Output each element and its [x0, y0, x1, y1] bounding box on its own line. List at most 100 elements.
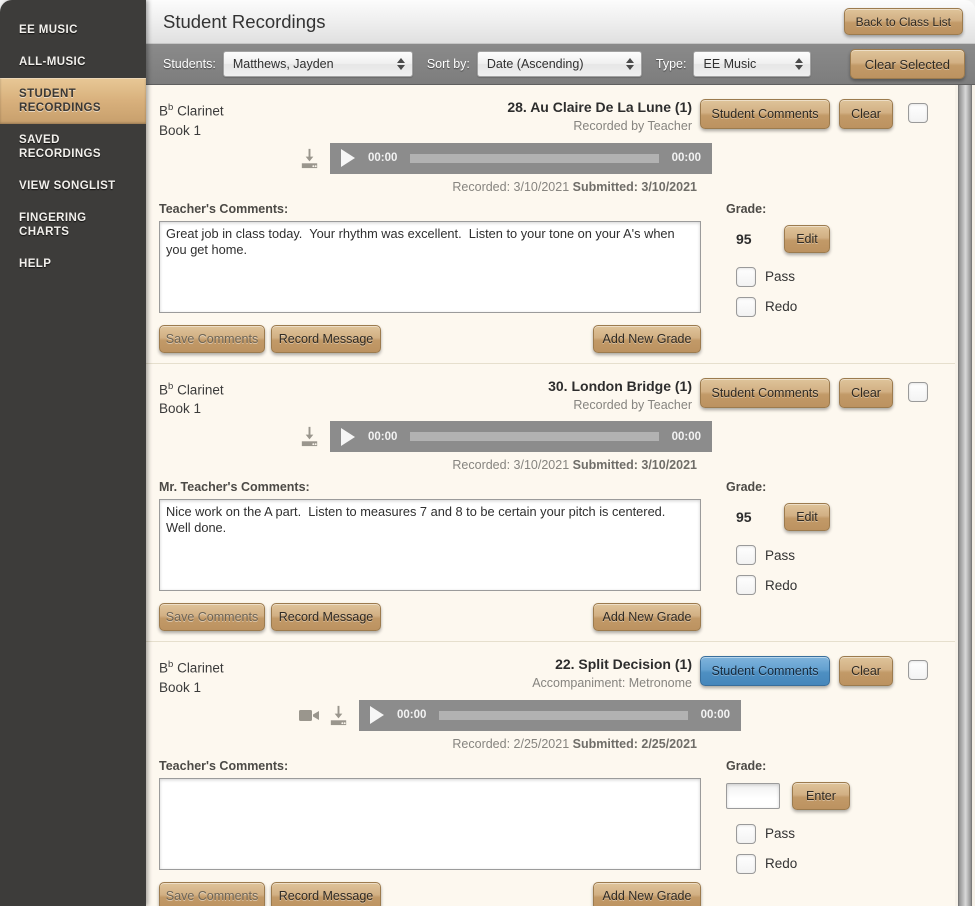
grade-row: 95 Edit [726, 224, 945, 253]
grade-input[interactable] [726, 782, 780, 809]
student-comments-button[interactable]: Student Comments [700, 99, 830, 129]
comments-label: Mr. Teacher's Comments: [159, 480, 310, 494]
recording-card: Bb Clarinet Book 1 28. Au Claire De La L… [146, 85, 955, 364]
sort-by-select[interactable]: Date (Ascending) [476, 51, 642, 77]
sidebar-item-help[interactable]: HELP [0, 248, 146, 280]
clear-button[interactable]: Clear [839, 377, 893, 408]
add-new-grade-button[interactable]: Add New Grade [593, 603, 701, 631]
comments-textarea[interactable]: Great job in class today. Your rhythm wa… [159, 220, 701, 313]
play-icon[interactable] [341, 149, 355, 167]
title-bar: Student Recordings Back to Class List [146, 0, 975, 44]
recorded-date: Recorded: 3/10/2021 [452, 458, 570, 472]
scrollbar-thumb[interactable] [958, 85, 972, 906]
grade-row: 95 Edit [726, 503, 945, 531]
sidebar-item-all-music[interactable]: ALL-MUSIC [0, 46, 146, 78]
play-icon[interactable] [341, 427, 355, 446]
clear-selected-button[interactable]: Clear Selected [849, 49, 965, 79]
player-progress-track[interactable] [410, 153, 659, 163]
back-to-class-list-button[interactable]: Back to Class List [843, 8, 963, 35]
select-recording-checkbox[interactable] [908, 103, 928, 123]
grade-value: 95 [736, 230, 752, 247]
recordings-scroll-area: Bb Clarinet Book 1 28. Au Claire De La L… [146, 85, 975, 906]
redo-label: Redo [765, 299, 798, 314]
player-current-time: 00:00 [368, 152, 398, 164]
sidebar-item-saved-recordings[interactable]: SAVED RECORDINGS [0, 124, 146, 170]
redo-checkbox[interactable] [736, 575, 756, 595]
type-label: Type: [655, 57, 687, 71]
audio-player-row: 00:00 00:00 [146, 699, 955, 731]
grade-label: Grade: [726, 758, 767, 773]
sidebar-item-fingering-charts[interactable]: FINGERING CHARTS [0, 202, 146, 248]
download-icon[interactable] [325, 702, 351, 728]
audio-player[interactable]: 00:00 00:00 [330, 142, 712, 174]
comments-column: Teacher's Comments: Great job in class t… [159, 202, 716, 353]
audio-player[interactable]: 00:00 00:00 [330, 421, 712, 452]
download-icon[interactable] [296, 424, 322, 450]
app-root: EE MUSIC ALL-MUSIC STUDENT RECORDINGS SA… [0, 0, 975, 906]
save-comments-button[interactable]: Save Comments [159, 881, 265, 906]
redo-checkbox[interactable] [736, 296, 756, 317]
play-icon[interactable] [370, 706, 384, 724]
redo-checkbox[interactable] [736, 853, 756, 874]
audio-player[interactable]: 00:00 00:00 [359, 699, 741, 731]
main-panel: Student Recordings Back to Class List St… [146, 0, 975, 906]
redo-label: Redo [765, 577, 798, 593]
sidebar-item-ee-music[interactable]: EE MUSIC [0, 14, 146, 46]
add-new-grade-button[interactable]: Add New Grade [593, 324, 701, 353]
stepper-arrows-icon [625, 58, 634, 70]
grade-edit-button[interactable]: Edit [784, 503, 830, 531]
grade-column: Grade: 95 Edit Pass Redo [716, 202, 945, 353]
comments-textarea[interactable] [159, 777, 701, 870]
recording-instrument-info: Bb Clarinet Book 1 [159, 655, 309, 697]
recording-card-body: Mr. Teacher's Comments: Nice work on the… [146, 472, 955, 641]
pass-label: Pass [765, 269, 796, 284]
recording-instrument-info: Bb Clarinet Book 1 [159, 377, 309, 419]
song-subtitle: Recorded by Teacher [573, 397, 692, 412]
pass-row: Pass [726, 266, 945, 287]
clear-button[interactable]: Clear [839, 99, 893, 129]
sort-by-select-value: Date (Ascending) [486, 57, 584, 71]
type-select[interactable]: EE Music [693, 51, 812, 77]
recording-card: Bb Clarinet Book 1 22. Split Decision (1… [146, 642, 955, 906]
recording-dates: Recorded: 2/25/2021 Submitted: 2/25/2021 [146, 731, 955, 751]
video-camera-icon[interactable] [296, 702, 322, 728]
download-icon[interactable] [296, 145, 322, 171]
pass-checkbox[interactable] [736, 823, 756, 844]
submitted-date: Submitted: 2/25/2021 [572, 736, 697, 751]
save-comments-button[interactable]: Save Comments [159, 324, 265, 353]
pass-checkbox[interactable] [736, 266, 756, 287]
instrument-name: Bb Clarinet [159, 659, 224, 676]
song-title: 30. London Bridge (1) [548, 377, 692, 394]
stepper-arrows-icon [396, 58, 405, 70]
grade-enter-button[interactable]: Enter [792, 781, 850, 810]
player-progress-track[interactable] [410, 432, 659, 441]
select-recording-checkbox[interactable] [908, 660, 928, 680]
student-comments-button[interactable]: Student Comments [700, 377, 830, 408]
sidebar-item-label: HELP [19, 258, 52, 270]
sidebar-item-view-songlist[interactable]: VIEW SONGLIST [0, 170, 146, 202]
students-select[interactable]: Matthews, Jayden [222, 51, 413, 77]
sort-by-label: Sort by: [426, 57, 470, 71]
grade-edit-button[interactable]: Edit [784, 224, 830, 253]
redo-label: Redo [765, 856, 798, 871]
player-duration: 00:00 [671, 430, 701, 443]
submitted-date: Submitted: 3/10/2021 [572, 458, 697, 472]
player-progress-track[interactable] [439, 710, 688, 720]
record-message-button[interactable]: Record Message [271, 603, 381, 631]
recording-title-block: 22. Split Decision (1) Accompaniment: Me… [309, 655, 700, 693]
redo-row: Redo [726, 853, 945, 874]
add-new-grade-button[interactable]: Add New Grade [593, 881, 701, 906]
save-comments-button[interactable]: Save Comments [159, 603, 265, 631]
comments-textarea[interactable]: Nice work on the A part. Listen to measu… [159, 499, 701, 591]
sidebar-item-student-recordings[interactable]: STUDENT RECORDINGS [0, 78, 146, 124]
record-message-button[interactable]: Record Message [271, 881, 381, 906]
select-recording-checkbox[interactable] [908, 381, 928, 402]
grade-column: Grade: Enter Pass Redo [716, 759, 945, 906]
clear-button[interactable]: Clear [839, 656, 893, 686]
record-message-button[interactable]: Record Message [271, 324, 381, 353]
audio-player-row: 00:00 00:00 [146, 142, 955, 174]
student-comments-button[interactable]: Student Comments [700, 656, 830, 686]
grade-row: Enter [726, 781, 945, 810]
pass-checkbox[interactable] [736, 545, 756, 565]
vertical-scrollbar[interactable] [955, 85, 975, 906]
